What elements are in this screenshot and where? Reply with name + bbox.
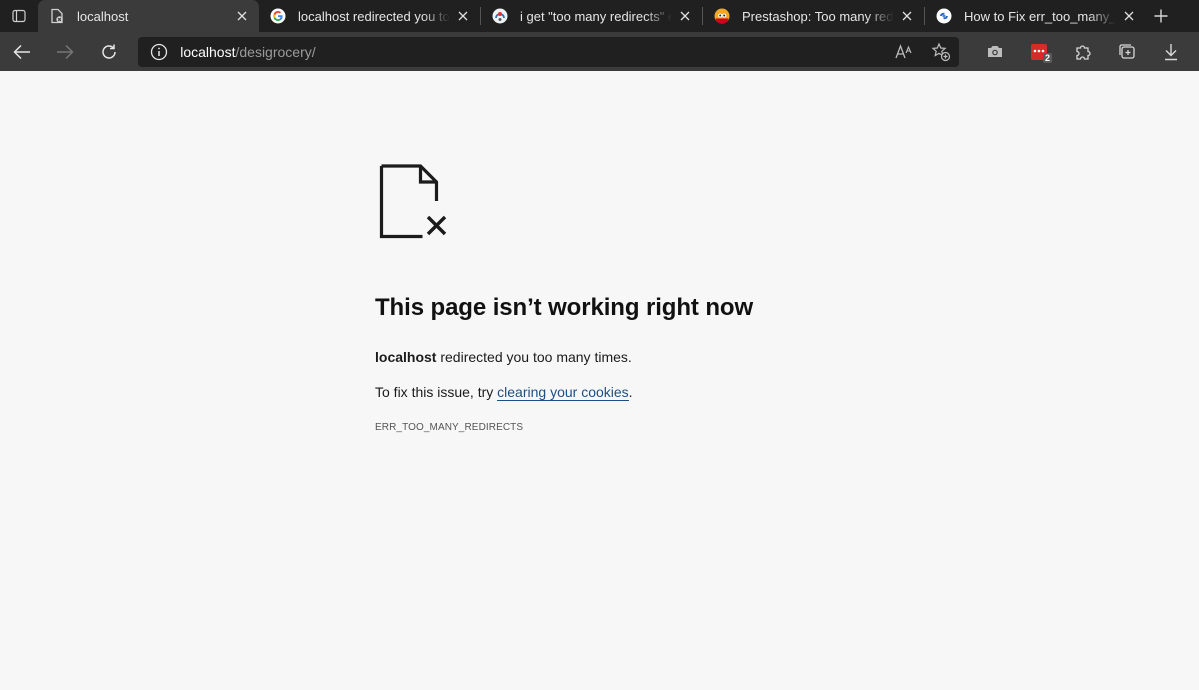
error-message-text: redirected you too many times. (436, 349, 632, 365)
broken-document-icon (379, 164, 447, 239)
read-aloud-icon[interactable] (895, 42, 915, 62)
tab-actions-icon (12, 9, 26, 23)
prestashop-icon (714, 8, 730, 24)
clear-cookies-link[interactable]: clearing your cookies (497, 384, 629, 401)
fix-prefix: To fix this issue, try (375, 384, 498, 400)
extension-badge: 2 (1043, 52, 1053, 63)
forum-icon (492, 8, 508, 24)
error-message: localhost redirected you too many times. (375, 349, 855, 365)
extension-lastpass-icon[interactable]: 2 (1017, 36, 1061, 68)
arrow-right-icon (57, 44, 74, 59)
tab-title: Prestashop: Too many redirects (742, 8, 894, 24)
tab-title: localhost (77, 8, 129, 24)
screenshot-icon[interactable] (973, 36, 1017, 68)
tab-title: How to Fix err_too_many_redirects (964, 8, 1116, 24)
page-content: This page isn’t working right now localh… (0, 71, 1199, 690)
error-code: ERR_TOO_MANY_REDIRECTS (375, 422, 524, 433)
info-icon[interactable] (150, 43, 168, 61)
url-text[interactable]: localhost/desigrocery/ (180, 44, 895, 60)
tab-title: i get "too many redirects" error (520, 8, 672, 24)
collections-icon[interactable] (1105, 36, 1149, 68)
page-title: This page isn’t working right now (375, 294, 754, 321)
extensions-icon[interactable] (1061, 36, 1105, 68)
url-path: /desigrocery/ (235, 43, 316, 60)
close-icon[interactable] (1120, 7, 1138, 25)
add-favorite-icon[interactable] (931, 42, 951, 62)
error-panel: This page isn’t working right now localh… (375, 163, 855, 433)
downloads-icon[interactable] (1149, 36, 1193, 68)
close-icon[interactable] (676, 7, 694, 25)
tab-forum[interactable]: i get "too many redirects" error (481, 0, 702, 32)
google-icon (270, 8, 286, 24)
arrow-left-icon (13, 44, 30, 59)
tab-actions-button[interactable] (0, 0, 38, 32)
forward-button[interactable] (49, 36, 80, 68)
tab-how-to-fix[interactable]: How to Fix err_too_many_redirects (925, 0, 1146, 32)
back-button[interactable] (6, 36, 37, 68)
plus-icon (1154, 9, 1168, 23)
refresh-icon (101, 44, 116, 59)
broken-page-icon (49, 8, 65, 24)
close-icon[interactable] (454, 7, 472, 25)
tab-title: localhost redirected you too many times (298, 8, 450, 24)
tab-prestashop[interactable]: Prestashop: Too many redirects (703, 0, 924, 32)
fix-suffix: . (628, 384, 633, 400)
tab-localhost[interactable]: localhost (38, 0, 259, 32)
fix-instructions: To fix this issue, try clearing your coo… (375, 384, 855, 401)
url-host: localhost (180, 43, 236, 60)
tab-strip: localhost localhost redirected you too m… (0, 0, 1199, 32)
close-icon[interactable] (233, 7, 251, 25)
close-icon[interactable] (898, 7, 916, 25)
link-icon (936, 8, 952, 24)
address-bar[interactable]: localhost/desigrocery/ (138, 36, 960, 67)
error-host: localhost (375, 349, 437, 365)
toolbar: localhost/desigrocery/ 2 (0, 32, 1199, 71)
browser-chrome: localhost localhost redirected you too m… (0, 0, 1199, 71)
tab-google-search[interactable]: localhost redirected you too many times (259, 0, 480, 32)
refresh-button[interactable] (93, 36, 124, 68)
new-tab-button[interactable] (1146, 0, 1176, 32)
